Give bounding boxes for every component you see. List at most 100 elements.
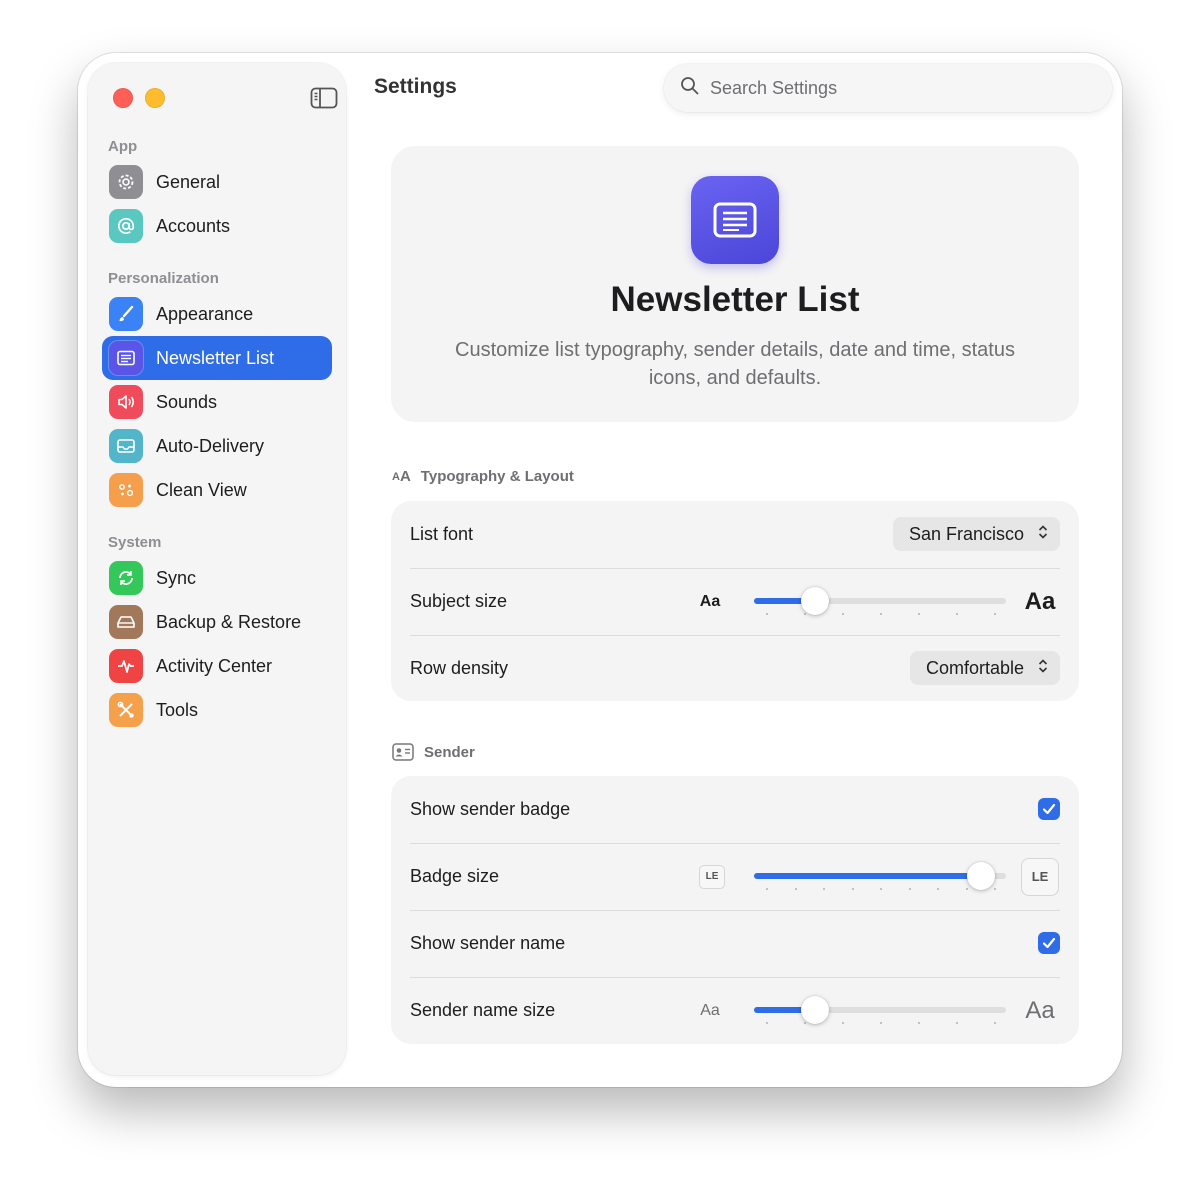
- sidebar-item-appearance[interactable]: Appearance: [102, 292, 332, 336]
- sidebar-item-auto-delivery[interactable]: Auto-Delivery: [102, 424, 332, 468]
- show-sender-badge-checkbox[interactable]: [1038, 798, 1060, 820]
- sidebar-toggle-icon[interactable]: [310, 87, 338, 109]
- sidebar-section-app: App: [108, 138, 138, 155]
- slider-tick: [918, 613, 920, 615]
- slider-knob[interactable]: [967, 862, 995, 890]
- sidebar-item-label: General: [156, 171, 221, 192]
- show-sender-badge-row: Show sender badge: [410, 776, 1060, 844]
- slider-tick: [909, 888, 911, 890]
- badge-large-preview: LE: [1020, 843, 1060, 910]
- slider-tick: [766, 1022, 768, 1024]
- slider-tick: [918, 1022, 920, 1024]
- sidebar-item-tools[interactable]: Tools: [102, 688, 332, 732]
- sidebar-item-label: Auto-Delivery: [156, 435, 265, 456]
- sidebar-item-sounds[interactable]: Sounds: [102, 380, 332, 424]
- slider-min-label: Aa: [700, 1001, 720, 1019]
- slider-max-label: Aa: [1025, 996, 1055, 1024]
- list-font-popup[interactable]: San Francisco: [892, 517, 1060, 551]
- wrench-icon: [109, 693, 143, 727]
- group-title-label: Sender: [424, 743, 475, 761]
- sender-card: Show sender badge Badge size LE LE Show …: [391, 776, 1079, 1044]
- slider-tick: [880, 613, 882, 615]
- list-font-row: List font San Francisco: [410, 501, 1060, 569]
- slider-tick: [994, 1022, 996, 1024]
- paintbrush-icon: [109, 297, 143, 331]
- slider-tick: [966, 888, 968, 890]
- contact-card-icon: [392, 743, 414, 761]
- sidebar-item-newsletter-list[interactable]: Newsletter List: [102, 336, 332, 380]
- slider-tick: [842, 613, 844, 615]
- row-density-popup[interactable]: Comfortable: [909, 651, 1060, 685]
- page-title: Settings: [374, 75, 457, 98]
- slider-tick: [795, 888, 797, 890]
- sidebar-item-label: Sync: [156, 567, 197, 588]
- chevron-up-down-icon: [1038, 658, 1048, 678]
- sidebar-item-label: Appearance: [156, 303, 254, 324]
- hero-description: Customize list typography, sender detail…: [455, 339, 1015, 389]
- chevron-up-down-icon: [1038, 524, 1048, 544]
- gear-icon: [109, 165, 143, 199]
- subject-size-label: Subject size: [410, 591, 508, 611]
- slider-min-label: LE: [699, 864, 725, 889]
- sidebar-item-label: Backup & Restore: [156, 611, 302, 632]
- slider-knob[interactable]: [801, 996, 829, 1024]
- show-sender-badge-label: Show sender badge: [410, 799, 571, 819]
- row-density-value: Comfortable: [925, 657, 1024, 678]
- row-density-row: Row density Comfortable: [410, 635, 1060, 702]
- typography-card: List font San Francisco Subject size Aa …: [391, 501, 1079, 701]
- close-window-button[interactable]: [113, 88, 133, 108]
- sender-name-size-row: Sender name size Aa Aa: [410, 977, 1060, 1044]
- inbox-icon: [109, 429, 143, 463]
- slider-tick: [823, 888, 825, 890]
- slider-tick: [804, 1022, 806, 1024]
- group-title-typography: AAAA Typography & Layout: [392, 468, 574, 485]
- group-title-sender: Sender: [392, 743, 475, 761]
- row-density-label: Row density: [410, 658, 509, 678]
- slider-tick: [937, 888, 939, 890]
- waveform-icon: [109, 649, 143, 683]
- settings-window: App General Accounts Personalization App…: [78, 53, 1122, 1087]
- slider-max-label: Aa: [1024, 587, 1056, 615]
- slider-tick: [766, 888, 768, 890]
- sidebar-section-system: System: [108, 534, 162, 551]
- sidebar-item-label: Clean View: [156, 479, 247, 500]
- slider-tick: [852, 888, 854, 890]
- list-icon: [109, 341, 143, 375]
- show-sender-name-row: Show sender name: [410, 910, 1060, 978]
- subject-size-row: Subject size Aa Aa: [410, 568, 1060, 636]
- sender-name-size-slider[interactable]: [754, 996, 1006, 1024]
- badge-small-preview: LE: [696, 843, 728, 910]
- sidebar-section-personalization: Personalization: [108, 270, 219, 287]
- sidebar-item-sync[interactable]: Sync: [102, 556, 332, 600]
- search-placeholder: Search Settings: [710, 77, 838, 98]
- slider-min-label: Aa: [699, 592, 721, 610]
- badge-size-slider[interactable]: [754, 862, 1006, 890]
- sidebar-item-accounts[interactable]: Accounts: [102, 204, 332, 248]
- sidebar-item-clean-view[interactable]: Clean View: [102, 468, 332, 512]
- slider-knob[interactable]: [801, 587, 829, 615]
- sidebar-item-backup-restore[interactable]: Backup & Restore: [102, 600, 332, 644]
- slider-tick: [880, 1022, 882, 1024]
- slider-tick: [842, 1022, 844, 1024]
- sync-icon: [109, 561, 143, 595]
- sidebar-item-label: Newsletter List: [156, 347, 275, 368]
- sidebar: App General Accounts Personalization App…: [88, 63, 346, 1075]
- slider-tick: [804, 613, 806, 615]
- search-input[interactable]: Search Settings: [664, 64, 1112, 112]
- list-font-value: San Francisco: [908, 523, 1024, 544]
- slider-tick: [956, 1022, 958, 1024]
- group-title-label: Typography & Layout: [420, 468, 574, 485]
- sidebar-item-label: Activity Center: [156, 655, 273, 676]
- slider-tick: [956, 613, 958, 615]
- magnifier-icon: [680, 76, 700, 101]
- subject-size-slider[interactable]: [754, 587, 1006, 615]
- sidebar-item-general[interactable]: General: [102, 160, 332, 204]
- slider-tick: [994, 888, 996, 890]
- show-sender-name-checkbox[interactable]: [1038, 932, 1060, 954]
- sidebar-item-activity-center[interactable]: Activity Center: [102, 644, 332, 688]
- sparkles-icon: [109, 473, 143, 507]
- slider-tick: [880, 888, 882, 890]
- speaker-icon: [109, 385, 143, 419]
- minimize-window-button[interactable]: [145, 88, 165, 108]
- at-sign-icon: [109, 209, 143, 243]
